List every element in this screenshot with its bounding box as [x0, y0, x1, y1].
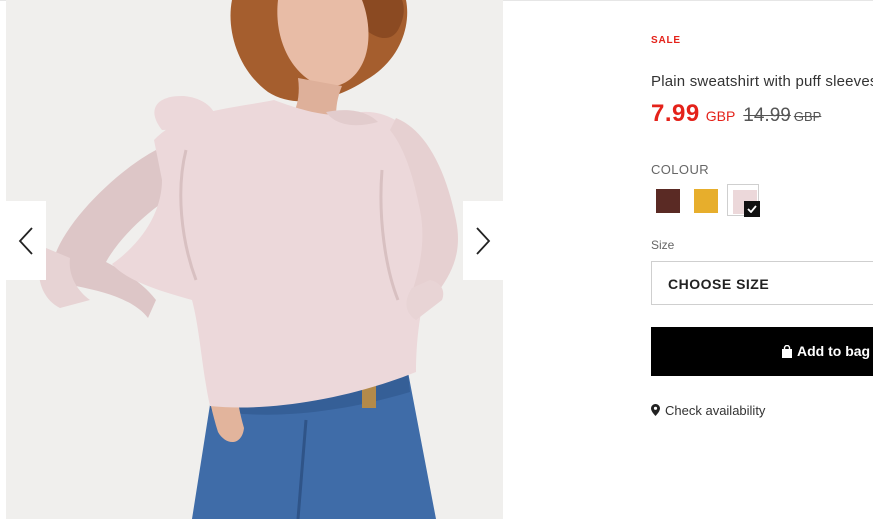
original-price: 14.99: [743, 105, 791, 126]
current-price: 7.99: [651, 100, 700, 127]
gallery-prev-button[interactable]: [6, 201, 46, 280]
original-currency: GBP: [793, 109, 822, 124]
add-to-bag-button[interactable]: Add to bag: [651, 327, 873, 376]
add-to-bag-label: Add to bag: [797, 343, 871, 359]
size-select[interactable]: CHOOSE SIZE: [651, 261, 873, 305]
location-pin-icon: [651, 404, 660, 416]
swatch-yellow[interactable]: [689, 184, 721, 216]
current-currency: GBP: [705, 108, 736, 124]
product-image: [6, 0, 503, 519]
product-photo: [6, 0, 503, 519]
check-availability-link[interactable]: Check availability: [651, 403, 765, 418]
swatch-chip: [656, 189, 680, 213]
price-row: 7.99 GBP 14.99 GBP: [651, 100, 821, 128]
size-label: Size: [651, 238, 675, 252]
colour-label: COLOUR: [651, 162, 710, 177]
checkmark-icon: [744, 201, 760, 217]
sale-badge: SALE: [651, 35, 681, 46]
chevron-left-icon: [18, 226, 33, 255]
swatch-brown[interactable]: [651, 184, 683, 216]
gallery-next-button[interactable]: [463, 201, 503, 280]
shopping-bag-icon: [782, 344, 792, 358]
check-availability-label: Check availability: [665, 403, 766, 418]
swatch-chip: [694, 189, 718, 213]
chevron-right-icon: [476, 226, 491, 255]
product-title: Plain sweatshirt with puff sleeves: [651, 73, 873, 90]
swatch-pink[interactable]: [727, 184, 760, 217]
